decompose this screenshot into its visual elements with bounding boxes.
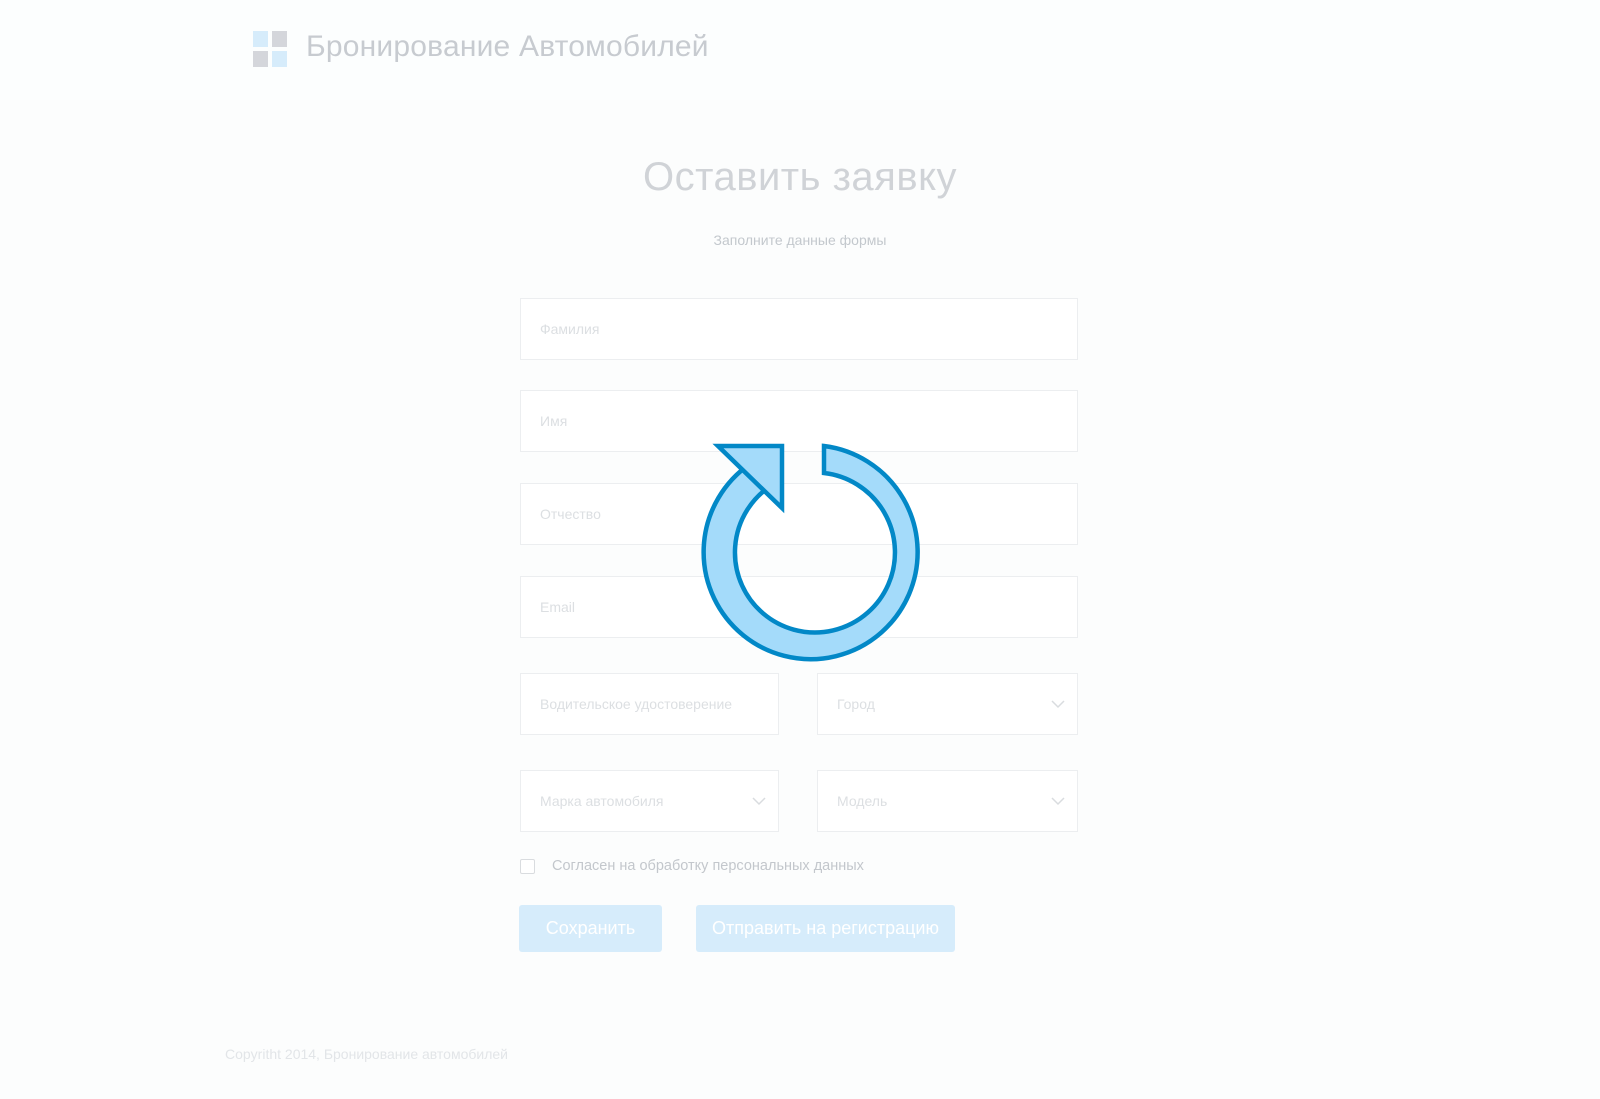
last-name-input[interactable] xyxy=(521,299,1077,359)
license-field xyxy=(520,673,779,735)
brand-title[interactable]: Бронирование Автомобилей xyxy=(306,30,709,64)
chevron-down-icon xyxy=(1051,797,1065,806)
license-input[interactable] xyxy=(521,674,778,734)
city-select-label: Город xyxy=(837,696,875,712)
header: Бронирование Автомобилей xyxy=(0,0,1600,100)
car-brand-select-label: Марка автомобиля xyxy=(540,793,664,809)
page: Бронирование Автомобилей Оставить заявку… xyxy=(0,0,1600,1099)
consent-checkbox[interactable] xyxy=(520,859,535,874)
chevron-down-icon xyxy=(752,797,766,806)
submit-registration-button[interactable]: Отправить на регистрацию xyxy=(696,905,955,952)
footer-copyright: Copyritht 2014, Бронирование автомобилей xyxy=(225,1046,508,1062)
grid-logo-icon[interactable] xyxy=(253,31,288,68)
last-name-field xyxy=(520,298,1078,360)
model-select-label: Модель xyxy=(837,793,888,809)
model-select[interactable]: Модель xyxy=(817,770,1078,832)
chevron-down-icon xyxy=(1051,700,1065,709)
page-subtitle: Заполните данные формы xyxy=(713,232,887,248)
consent-label[interactable]: Согласен на обработку персональных данны… xyxy=(552,858,864,874)
page-title: Оставить заявку xyxy=(642,155,958,199)
save-button[interactable]: Сохранить xyxy=(519,905,662,952)
refresh-icon xyxy=(701,443,920,662)
car-brand-select[interactable]: Марка автомобиля xyxy=(520,770,779,832)
city-select[interactable]: Город xyxy=(817,673,1078,735)
